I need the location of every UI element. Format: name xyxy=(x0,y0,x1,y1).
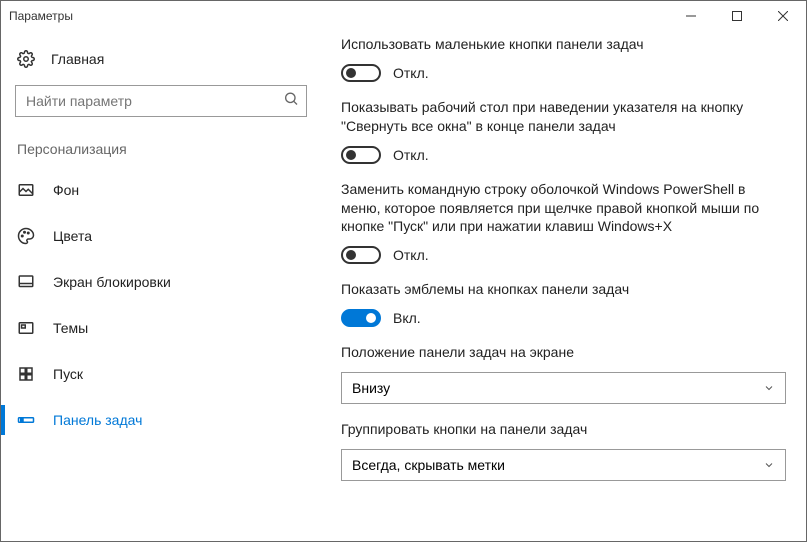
toggle-state: Откл. xyxy=(393,247,429,263)
content-pane: Использовать маленькие кнопки панели зад… xyxy=(321,31,806,541)
setting-label-position: Положение панели задач на экране xyxy=(341,343,786,362)
chevron-down-icon xyxy=(763,459,775,471)
sidebar-item-label: Панель задач xyxy=(53,412,142,428)
maximize-icon xyxy=(732,11,742,21)
sidebar-item-colors[interactable]: Цвета xyxy=(1,213,321,259)
sidebar-item-label: Фон xyxy=(53,182,79,198)
search-icon xyxy=(283,91,299,112)
dropdown-position[interactable]: Внизу xyxy=(341,372,786,404)
minimize-icon xyxy=(686,11,696,21)
setting-label-powershell: Заменить командную строку оболочкой Wind… xyxy=(341,180,786,237)
sidebar-item-label: Цвета xyxy=(53,228,92,244)
sidebar-item-lockscreen[interactable]: Экран блокировки xyxy=(1,259,321,305)
sidebar-item-taskbar[interactable]: Панель задач xyxy=(1,397,321,443)
gear-icon xyxy=(17,50,35,68)
minimize-button[interactable] xyxy=(668,1,714,31)
themes-icon xyxy=(17,319,35,337)
home-label: Главная xyxy=(51,51,104,67)
setting-label-badges: Показать эмблемы на кнопках панели задач xyxy=(341,280,786,299)
toggle-show-desktop[interactable] xyxy=(341,146,381,164)
setting-label-show-desktop: Показывать рабочий стол при наведении ук… xyxy=(341,98,786,136)
toggle-state: Вкл. xyxy=(393,310,421,326)
maximize-button[interactable] xyxy=(714,1,760,31)
close-icon xyxy=(778,11,788,21)
search-input[interactable] xyxy=(15,85,307,117)
start-icon xyxy=(17,365,35,383)
home-nav[interactable]: Главная xyxy=(1,39,321,79)
sidebar-item-label: Пуск xyxy=(53,366,83,382)
picture-icon xyxy=(17,181,35,199)
toggle-badges[interactable] xyxy=(341,309,381,327)
setting-label-small-buttons: Использовать маленькие кнопки панели зад… xyxy=(341,35,786,54)
dropdown-value: Внизу xyxy=(352,380,390,396)
toggle-small-buttons[interactable] xyxy=(341,64,381,82)
section-header: Персонализация xyxy=(1,131,321,167)
sidebar-item-label: Темы xyxy=(53,320,88,336)
palette-icon xyxy=(17,227,35,245)
sidebar-item-start[interactable]: Пуск xyxy=(1,351,321,397)
sidebar-item-label: Экран блокировки xyxy=(53,274,171,290)
sidebar-item-themes[interactable]: Темы xyxy=(1,305,321,351)
sidebar: Главная Персонализация Фон xyxy=(1,31,321,541)
toggle-powershell[interactable] xyxy=(341,246,381,264)
toggle-state: Откл. xyxy=(393,65,429,81)
chevron-down-icon xyxy=(763,382,775,394)
sidebar-item-background[interactable]: Фон xyxy=(1,167,321,213)
window-title: Параметры xyxy=(9,9,73,23)
dropdown-grouping[interactable]: Всегда, скрывать метки xyxy=(341,449,786,481)
close-button[interactable] xyxy=(760,1,806,31)
settings-window: Параметры Главная xyxy=(0,0,807,542)
taskbar-icon xyxy=(17,411,35,429)
toggle-state: Откл. xyxy=(393,147,429,163)
dropdown-value: Всегда, скрывать метки xyxy=(352,457,505,473)
titlebar: Параметры xyxy=(1,1,806,31)
setting-label-grouping: Группировать кнопки на панели задач xyxy=(341,420,786,439)
lockscreen-icon xyxy=(17,273,35,291)
